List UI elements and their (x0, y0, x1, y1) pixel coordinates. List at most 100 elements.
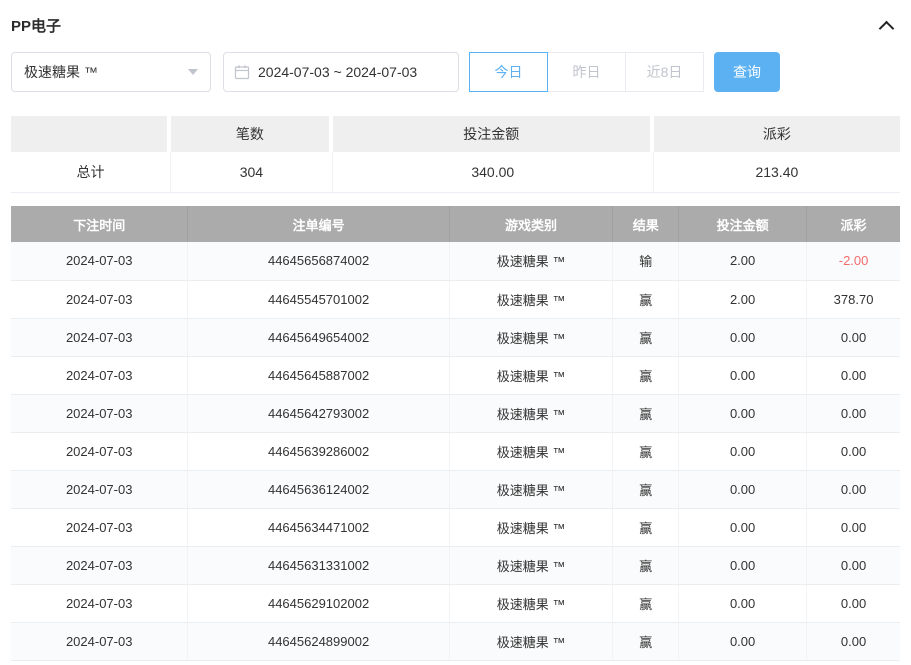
header-game-type: 游戏类别 (449, 206, 613, 242)
cell-bet-time: 2024-07-03 (11, 470, 188, 508)
header-order-id: 注单编号 (188, 206, 449, 242)
cell-result: 赢 (613, 280, 679, 318)
cell-game-type: 极速糖果 ™ (449, 508, 613, 546)
summary-total-bet: 340.00 (333, 152, 654, 193)
filter-row: 极速糖果 ™ 2024-07-03 ~ 2024-07-03 今日 昨日 近8日… (11, 52, 900, 92)
search-button[interactable]: 查询 (714, 52, 780, 92)
cell-order-id: 44645639286002 (188, 432, 449, 470)
cell-game-type: 极速糖果 ™ (449, 622, 613, 660)
summary-header-count: 笔数 (171, 116, 333, 152)
cell-order-id: 44645636124002 (188, 470, 449, 508)
cell-bet-time: 2024-07-03 (11, 280, 188, 318)
cell-result: 赢 (613, 584, 679, 622)
cell-payout: 0.00 (807, 584, 900, 622)
summary-header-payout: 派彩 (654, 116, 900, 152)
cell-bet-amount: 0.00 (679, 432, 807, 470)
cell-result: 赢 (613, 508, 679, 546)
table-row: 2024-07-0344645639286002极速糖果 ™赢0.000.00 (11, 432, 900, 470)
cell-bet-time: 2024-07-03 (11, 394, 188, 432)
table-row: 2024-07-0344645631331002极速糖果 ™赢0.000.00 (11, 546, 900, 584)
cell-bet-amount: 0.00 (679, 394, 807, 432)
cell-bet-amount: 2.00 (679, 280, 807, 318)
cell-game-type: 极速糖果 ™ (449, 584, 613, 622)
cell-result: 赢 (613, 470, 679, 508)
summary-total-count: 304 (171, 152, 333, 193)
cell-bet-amount: 0.00 (679, 546, 807, 584)
cell-payout: 0.00 (807, 356, 900, 394)
summary-table: 笔数 投注金额 派彩 总计 304 340.00 213.40 (11, 116, 900, 193)
summary-header-row: 笔数 投注金额 派彩 (11, 116, 900, 152)
game-select-value: 极速糖果 ™ (24, 62, 98, 82)
quick-range-button[interactable]: 昨日 (547, 52, 626, 92)
cell-payout: 0.00 (807, 546, 900, 584)
cell-bet-amount: 2.00 (679, 242, 807, 280)
cell-bet-amount: 0.00 (679, 622, 807, 660)
quick-range-button[interactable]: 近8日 (625, 52, 704, 92)
cell-payout: 0.00 (807, 432, 900, 470)
cell-result: 赢 (613, 318, 679, 356)
cell-order-id: 44645649654002 (188, 318, 449, 356)
cell-result: 赢 (613, 622, 679, 660)
cell-game-type: 极速糖果 ™ (449, 242, 613, 280)
cell-payout: 0.00 (807, 394, 900, 432)
calendar-icon (234, 64, 250, 80)
cell-order-id: 44645634471002 (188, 508, 449, 546)
cell-order-id: 44645642793002 (188, 394, 449, 432)
cell-bet-amount: 0.00 (679, 584, 807, 622)
cell-game-type: 极速糖果 ™ (449, 432, 613, 470)
cell-payout: -2.00 (807, 242, 900, 280)
summary-total-payout: 213.40 (654, 152, 900, 193)
cell-order-id: 44645656874002 (188, 242, 449, 280)
collapse-chevron-icon[interactable] (879, 20, 895, 36)
table-row: 2024-07-0344645634471002极速糖果 ™赢0.000.00 (11, 508, 900, 546)
cell-order-id: 44645631331002 (188, 546, 449, 584)
cell-game-type: 极速糖果 ™ (449, 394, 613, 432)
cell-payout: 0.00 (807, 622, 900, 660)
table-row: 2024-07-0344645642793002极速糖果 ™赢0.000.00 (11, 394, 900, 432)
cell-bet-time: 2024-07-03 (11, 546, 188, 584)
table-row: 2024-07-0344645645887002极速糖果 ™赢0.000.00 (11, 356, 900, 394)
chevron-down-icon (188, 69, 198, 75)
cell-bet-amount: 0.00 (679, 318, 807, 356)
cell-order-id: 44645545701002 (188, 280, 449, 318)
cell-bet-time: 2024-07-03 (11, 584, 188, 622)
cell-bet-time: 2024-07-03 (11, 508, 188, 546)
header-bet-amount: 投注金额 (679, 206, 807, 242)
summary-header-bet: 投注金额 (333, 116, 654, 152)
table-row: 2024-07-0344645545701002极速糖果 ™赢2.00378.7… (11, 280, 900, 318)
bet-table-body: 2024-07-0344645656874002极速糖果 ™输2.00-2.00… (11, 242, 900, 660)
quick-range-group: 今日 昨日 近8日 (469, 52, 704, 92)
cell-game-type: 极速糖果 ™ (449, 318, 613, 356)
summary-total-label: 总计 (11, 152, 171, 193)
table-row: 2024-07-0344645636124002极速糖果 ™赢0.000.00 (11, 470, 900, 508)
bet-table-header-row: 下注时间 注单编号 游戏类别 结果 投注金额 派彩 (11, 206, 900, 242)
cell-game-type: 极速糖果 ™ (449, 546, 613, 584)
cell-result: 赢 (613, 394, 679, 432)
summary-total-row: 总计 304 340.00 213.40 (11, 152, 900, 193)
cell-result: 输 (613, 242, 679, 280)
cell-game-type: 极速糖果 ™ (449, 470, 613, 508)
bet-records-table: 下注时间 注单编号 游戏类别 结果 投注金额 派彩 2024-07-034464… (11, 206, 900, 661)
cell-order-id: 44645645887002 (188, 356, 449, 394)
table-row: 2024-07-0344645649654002极速糖果 ™赢0.000.00 (11, 318, 900, 356)
cell-game-type: 极速糖果 ™ (449, 356, 613, 394)
cell-bet-time: 2024-07-03 (11, 318, 188, 356)
cell-bet-time: 2024-07-03 (11, 432, 188, 470)
cell-bet-amount: 0.00 (679, 508, 807, 546)
table-row: 2024-07-0344645624899002极速糖果 ™赢0.000.00 (11, 622, 900, 660)
cell-order-id: 44645629102002 (188, 584, 449, 622)
cell-game-type: 极速糖果 ™ (449, 280, 613, 318)
cell-bet-amount: 0.00 (679, 356, 807, 394)
table-row: 2024-07-0344645629102002极速糖果 ™赢0.000.00 (11, 584, 900, 622)
cell-bet-time: 2024-07-03 (11, 242, 188, 280)
quick-range-button[interactable]: 今日 (469, 52, 548, 92)
game-select[interactable]: 极速糖果 ™ (11, 52, 211, 92)
header-bet-time: 下注时间 (11, 206, 188, 242)
date-range-picker[interactable]: 2024-07-03 ~ 2024-07-03 (223, 52, 459, 92)
cell-payout: 378.70 (807, 280, 900, 318)
cell-payout: 0.00 (807, 470, 900, 508)
summary-header-empty (11, 116, 171, 152)
cell-result: 赢 (613, 356, 679, 394)
cell-result: 赢 (613, 432, 679, 470)
page-title: PP电子 (11, 15, 61, 36)
